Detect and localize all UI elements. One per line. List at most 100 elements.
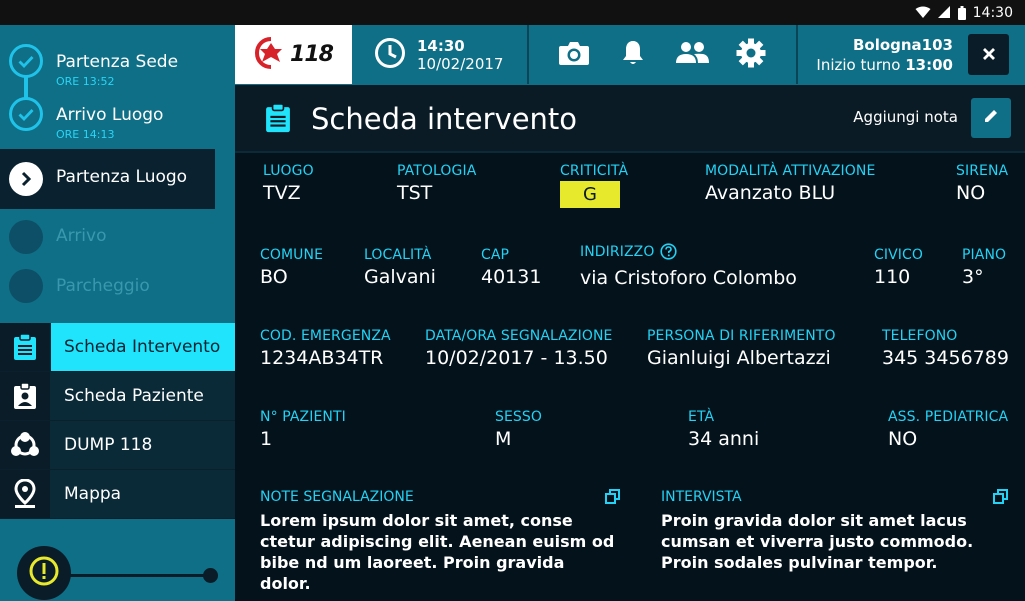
field-value: TVZ	[263, 182, 301, 204]
header-date: 10/02/2017	[417, 54, 504, 73]
field-luogo: LUOGO TVZ	[263, 163, 314, 204]
map-pin-icon	[0, 470, 50, 518]
menu-item-label: Scheda Paziente	[64, 386, 204, 406]
step-title: Parcheggio	[56, 276, 150, 296]
field-value: 34 anni	[688, 428, 760, 450]
team-button[interactable]	[672, 35, 712, 75]
field-label: SESSO	[495, 409, 543, 425]
page-title: Scheda intervento	[311, 102, 578, 136]
timeline-step-arrivo[interactable]: Arrivo	[0, 220, 235, 256]
field-label: ETÀ	[688, 409, 715, 425]
field-label: ASS. PEDIATRICA	[888, 409, 1009, 425]
menu-item-mappa[interactable]: Mappa	[0, 470, 235, 519]
field-label: COMUNE	[260, 247, 324, 263]
network-icon	[0, 421, 50, 469]
star-of-life-icon	[254, 36, 288, 74]
field-sesso: SESSO M	[495, 409, 542, 450]
field-label: SIRENA	[956, 163, 1009, 179]
field-label: CAP	[481, 247, 510, 263]
shift-info: Inizio turno 13:00	[816, 56, 953, 74]
step-title: Partenza Sede	[56, 52, 179, 72]
field-data-ora-segnalazione: DATA/ORA SEGNALAZIONE 10/02/2017 - 13.50	[425, 328, 612, 369]
note-label: INTERVISTA	[661, 489, 742, 505]
clock-icon	[374, 37, 406, 73]
field-value: BO	[260, 266, 288, 288]
field-modalita-attivazione: MODALITÀ ATTIVAZIONE Avanzato BLU	[705, 163, 875, 204]
expand-icon[interactable]	[993, 489, 1008, 508]
step-title: Arrivo Luogo	[56, 105, 164, 125]
field-indirizzo: INDIRIZZO via Cristoforo Colombo	[580, 243, 797, 289]
note-text: Lorem ipsum dolor sit amet, conse ctetur…	[260, 511, 615, 593]
alert-button[interactable]	[17, 546, 71, 600]
alert-bar	[0, 533, 235, 601]
check-icon	[9, 44, 43, 78]
help-icon[interactable]	[660, 243, 678, 264]
check-icon	[9, 97, 43, 131]
timeline-step-partenza-luogo[interactable]: Partenza Luogo	[0, 149, 215, 209]
gear-icon	[736, 38, 766, 72]
bell-icon	[621, 39, 645, 71]
field-localita: LOCALITÀ Galvani	[364, 247, 436, 288]
settings-button[interactable]	[731, 35, 771, 75]
add-note-button[interactable]	[971, 98, 1011, 138]
timeline-step-parcheggio[interactable]: Parcheggio	[0, 269, 235, 305]
page-header: Scheda intervento Aggiungi nota	[235, 85, 1025, 153]
field-label: N° PAZIENTI	[260, 409, 346, 425]
menu-item-scheda-paziente[interactable]: Scheda Paziente	[0, 372, 235, 421]
field-persona-riferimento: PERSONA DI RIFERIMENTO Gianluigi Alberta…	[647, 328, 836, 369]
note-intervista: INTERVISTA Proin gravida dolor sit amet …	[661, 489, 1008, 573]
field-label: LUOGO	[263, 163, 314, 179]
timeline-step-partenza-sede[interactable]: Partenza Sede ORE 13:52	[0, 44, 235, 94]
field-label: PIANO	[962, 247, 1007, 263]
field-value: 1234AB34TR	[260, 347, 384, 369]
field-eta: ETÀ 34 anni	[688, 409, 759, 450]
field-value: TST	[397, 182, 433, 204]
field-value: M	[495, 428, 512, 450]
field-value: 110	[874, 266, 911, 288]
field-piano: PIANO 3°	[962, 247, 1006, 288]
menu-item-dump-118[interactable]: DUMP 118	[0, 421, 235, 470]
top-header: 118 14:30 10/02/2017 Bologna103 Inizio t…	[235, 25, 1025, 85]
field-comune: COMUNE BO	[260, 247, 323, 288]
alert-slider-knob[interactable]	[203, 568, 218, 583]
status-time: 14:30	[972, 4, 1013, 21]
sidebar-menu: Scheda Intervento Scheda Paziente DUMP 1…	[0, 323, 247, 519]
logo-text: 118	[290, 42, 334, 67]
clock-display: 14:30 10/02/2017	[352, 25, 527, 84]
field-cap: CAP 40131	[481, 247, 541, 288]
camera-button[interactable]	[554, 35, 594, 75]
unit-info: Bologna103 Inizio turno 13:00	[798, 25, 1025, 84]
alert-slider-track[interactable]	[70, 574, 210, 577]
notifications-button[interactable]	[613, 35, 653, 75]
menu-item-label: Mappa	[64, 484, 122, 504]
field-sirena: SIRENA NO	[956, 163, 1008, 204]
field-label: LOCALITÀ	[364, 247, 432, 263]
add-note-label[interactable]: Aggiungi nota	[853, 108, 958, 126]
header-divider	[527, 25, 529, 84]
people-icon	[675, 41, 709, 69]
field-value: 40131	[481, 266, 542, 288]
field-label: CIVICO	[874, 247, 924, 263]
patient-badge-icon	[0, 372, 50, 420]
field-value: Gianluigi Albertazzi	[647, 347, 831, 369]
step-circle	[9, 269, 43, 303]
field-value: 10/02/2017 - 13.50	[425, 347, 608, 369]
field-label: COD. EMERGENZA	[260, 328, 391, 344]
field-value: 345 3456789	[882, 347, 1009, 369]
menu-item-label: DUMP 118	[64, 435, 153, 455]
field-n-pazienti: N° PAZIENTI 1	[260, 409, 346, 450]
status-bar: 14:30	[0, 0, 1025, 25]
field-value: Avanzato BLU	[705, 182, 836, 204]
field-criticita: CRITICITÀ G	[560, 163, 628, 208]
field-value: NO	[888, 428, 918, 450]
camera-icon	[558, 40, 590, 70]
timeline-step-arrivo-luogo[interactable]: Arrivo Luogo ORE 14:13	[0, 97, 235, 147]
header-actions	[530, 25, 794, 84]
expand-icon[interactable]	[605, 489, 620, 508]
field-ass-pediatrica: ASS. PEDIATRICA NO	[888, 409, 1008, 450]
field-label: PERSONA DI RIFERIMENTO	[647, 328, 836, 344]
menu-item-scheda-intervento[interactable]: Scheda Intervento	[0, 323, 247, 372]
field-label: TELEFONO	[882, 328, 958, 344]
intervention-fields: LUOGO TVZ PATOLOGIA TST CRITICITÀ G MODA…	[235, 153, 1025, 601]
close-button[interactable]	[968, 34, 1009, 75]
